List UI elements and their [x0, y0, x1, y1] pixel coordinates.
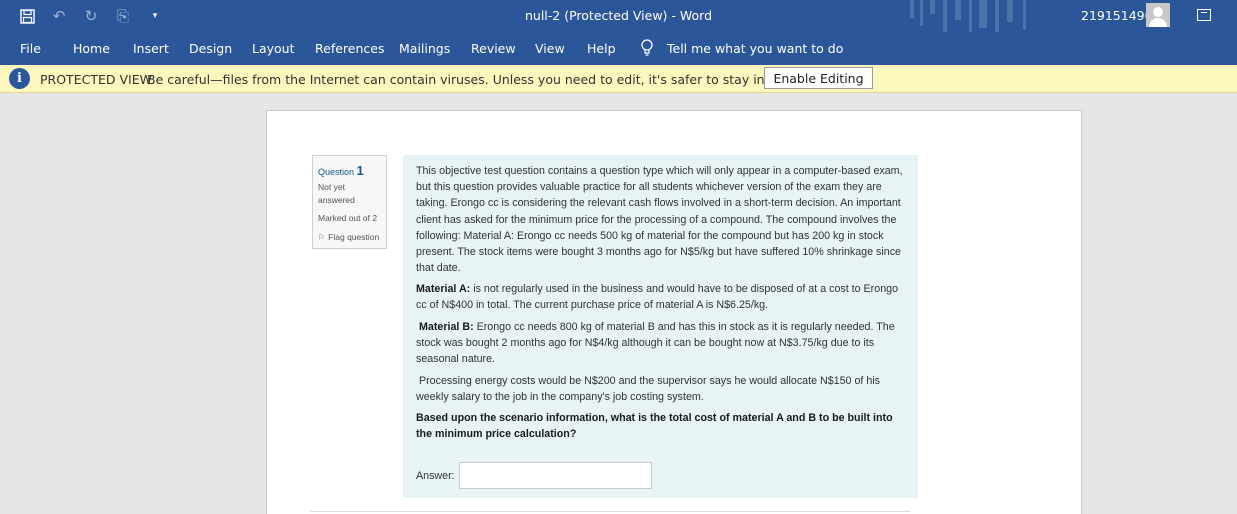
processing-paragraph: Processing energy costs would be N$200 a…	[416, 375, 881, 404]
tab-insert[interactable]: Insert	[133, 41, 169, 56]
question-intro: This objective test question contains a …	[416, 165, 903, 275]
protected-view-message: Be careful—files from the Internet can c…	[147, 72, 865, 87]
tab-home[interactable]: Home	[73, 41, 110, 56]
tab-mailings[interactable]: Mailings	[399, 41, 450, 56]
tab-file[interactable]: File	[20, 41, 41, 56]
avatar[interactable]	[1146, 3, 1170, 27]
question-prompt: Based upon the scenario information, wha…	[416, 412, 893, 441]
title-bar: ↶ ↻ ⎘ ▾ null-2 (Protected View) - Word 2…	[0, 0, 1237, 40]
answer-input[interactable]	[459, 462, 652, 489]
enable-editing-button[interactable]: Enable Editing	[764, 67, 873, 89]
info-icon: i	[9, 68, 30, 89]
tab-view[interactable]: View	[535, 41, 565, 56]
tab-references[interactable]: References	[315, 41, 384, 56]
answer-label: Answer:	[416, 470, 455, 482]
question-status: Not yet answered	[318, 182, 355, 205]
question-number-label: Question 1	[318, 163, 364, 178]
tell-me-search[interactable]: Tell me what you want to do	[667, 41, 843, 56]
flag-icon: ⚐	[318, 233, 326, 242]
page-divider	[310, 511, 910, 512]
protected-view-title: PROTECTED VIEW	[40, 72, 152, 87]
material-b-paragraph: Material B: Erongo cc needs 800 kg of ma…	[416, 321, 895, 366]
question-marks: Marked out of 2	[318, 213, 378, 223]
tab-design[interactable]: Design	[189, 41, 232, 56]
window-title: null-2 (Protected View) - Word	[524, 8, 713, 23]
question-info-panel: Question 1 Not yet answered Marked out o…	[312, 155, 387, 249]
material-a-label: Material A:	[416, 283, 471, 295]
flag-question-link[interactable]: ⚐ Flag question	[318, 232, 379, 242]
document-page: Question 1 Not yet answered Marked out o…	[266, 110, 1082, 514]
material-a-paragraph: Material A: is not regularly used in the…	[416, 283, 899, 312]
question-content: This objective test question contains a …	[403, 155, 918, 498]
lightbulb-icon	[641, 39, 653, 56]
material-b-label: Material B:	[418, 321, 474, 333]
tab-layout[interactable]: Layout	[252, 41, 295, 56]
tab-review[interactable]: Review	[471, 41, 516, 56]
user-name[interactable]: 219151490	[1081, 8, 1153, 23]
question-number: 1	[356, 163, 364, 178]
protected-view-bar: i PROTECTED VIEW Be careful—files from t…	[0, 65, 1237, 93]
ribbon-display-options-icon[interactable]	[1197, 9, 1211, 21]
tab-help[interactable]: Help	[587, 41, 616, 56]
ribbon-tabs: File Home Insert Design Layout Reference…	[0, 32, 1237, 65]
